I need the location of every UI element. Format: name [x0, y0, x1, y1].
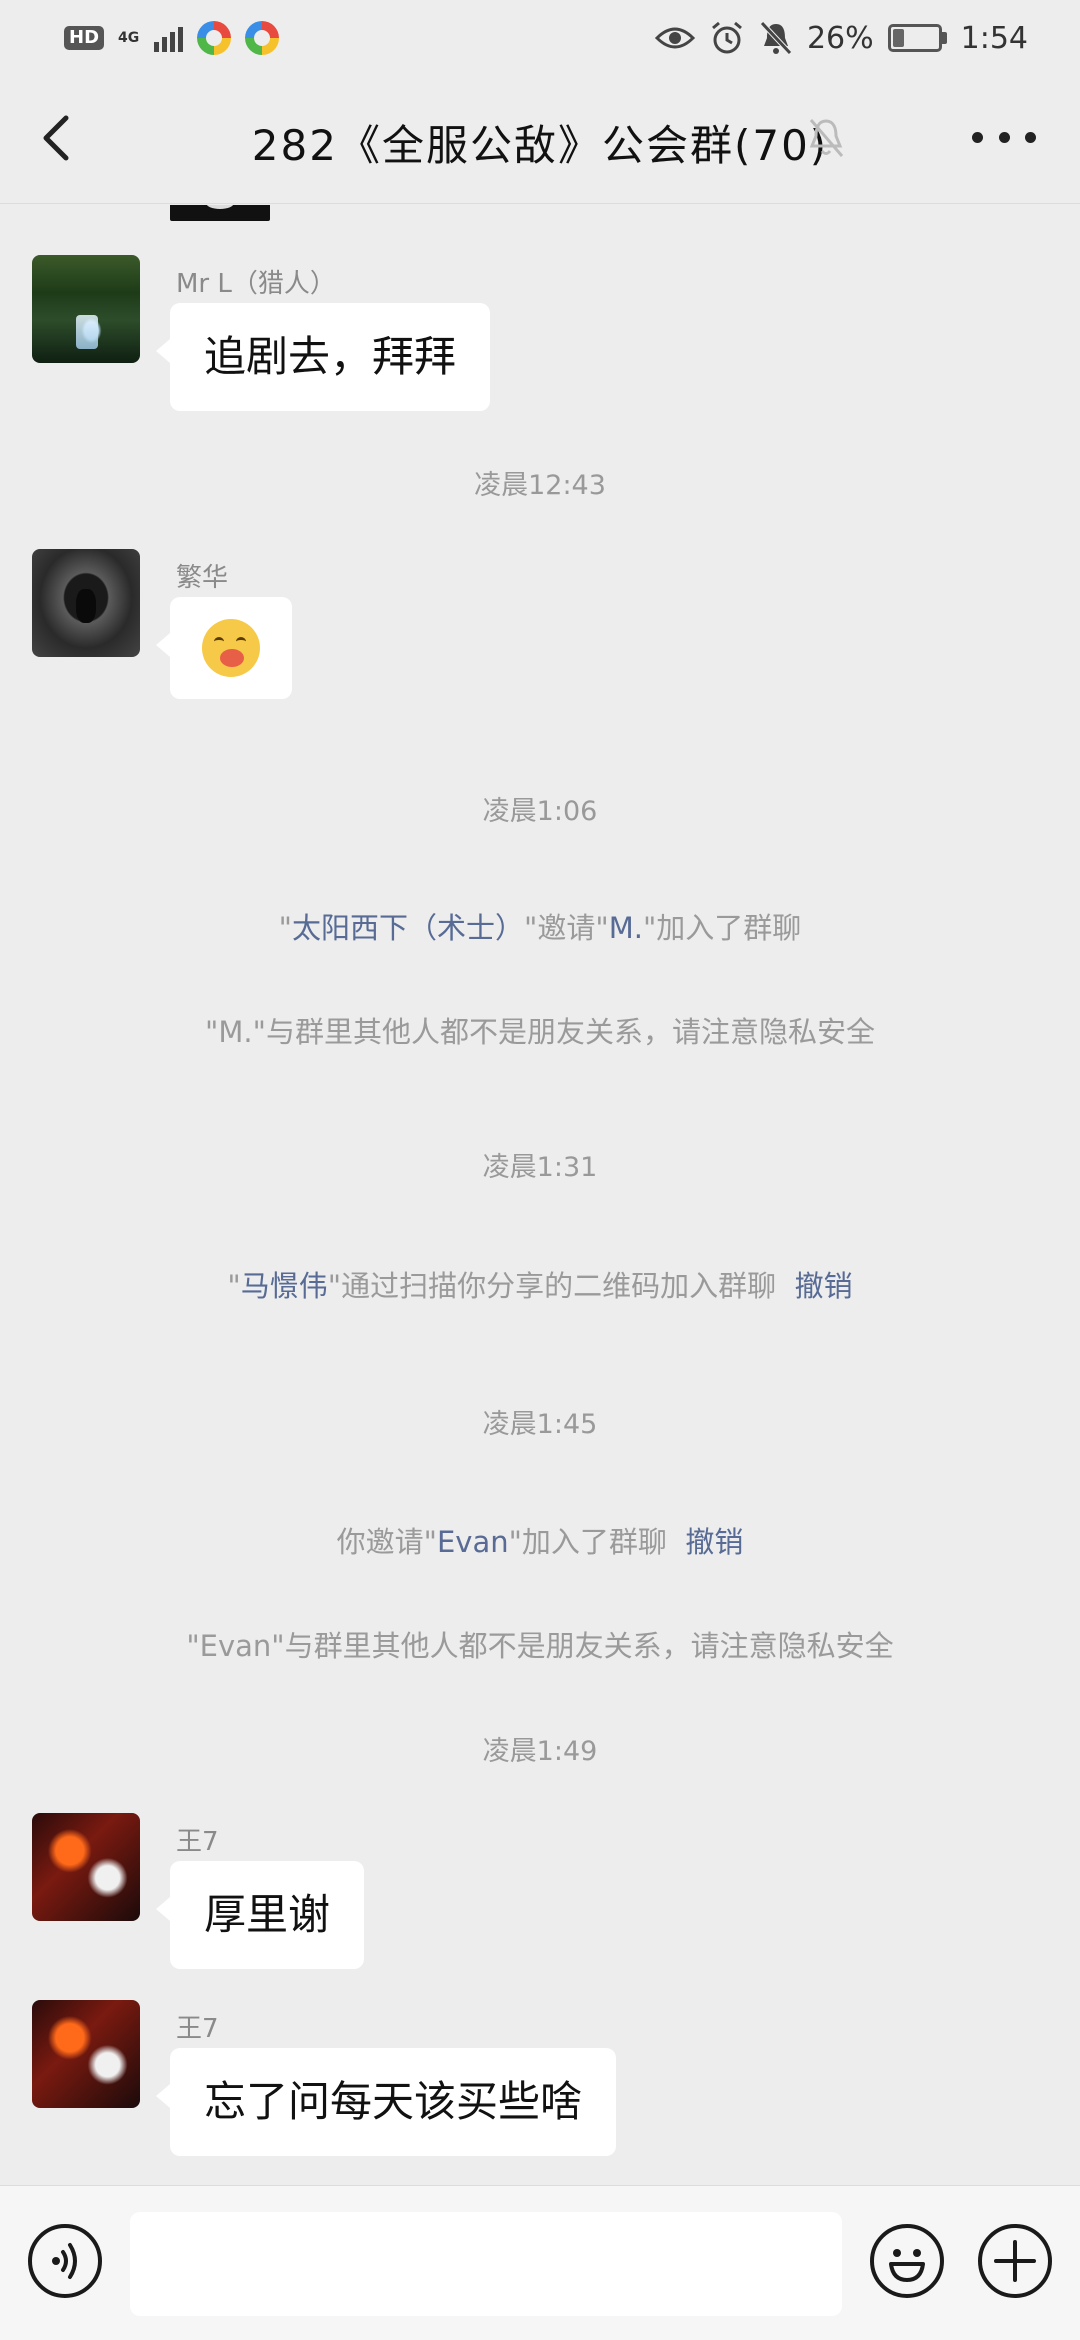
input-bar	[0, 2185, 1080, 2340]
message-item: Mr L（猎人） 追剧去，拜拜	[32, 255, 1032, 425]
member-link[interactable]: 马憬伟	[241, 1269, 328, 1303]
system-message: "太阳西下（术士）"邀请"M."加入了群聊	[278, 911, 802, 945]
chat-header: 282《全服公敌》公会群(70)	[0, 76, 1080, 204]
revoke-link[interactable]: 撤销	[685, 1525, 743, 1559]
timestamp: 凌晨12:43	[474, 470, 606, 501]
timestamp: 凌晨1:06	[482, 796, 598, 827]
system-message: "马憬伟"通过扫描你分享的二维码加入群聊 撤销	[227, 1269, 853, 1303]
notifications-off-icon	[760, 21, 792, 55]
partial-image-message[interactable]	[170, 205, 270, 221]
app-notification-icon	[197, 21, 232, 55]
sender-name: 王7	[176, 1827, 219, 1857]
status-bar: HD 4G 26% 1:54	[0, 0, 1080, 76]
more-button[interactable]	[972, 132, 1036, 148]
network-label: 4G	[118, 30, 140, 46]
plus-icon	[994, 2240, 1036, 2282]
chat-screen: HD 4G 26% 1:54 282《全服公敌》公会群(70) Mr L（猎人）…	[0, 0, 1080, 2340]
message-item: 繁华	[32, 549, 1032, 719]
timestamp: 凌晨1:31	[482, 1152, 598, 1183]
message-item: 王7 忘了问每天该买些啥	[32, 2000, 1032, 2170]
hd-badge: HD	[64, 26, 105, 50]
revoke-link[interactable]: 撤销	[795, 1269, 853, 1303]
alarm-icon	[711, 21, 742, 54]
member-link[interactable]: 太阳西下（术士）	[292, 911, 524, 945]
system-message: 你邀请"Evan"加入了群聊 撤销	[336, 1525, 744, 1559]
avatar[interactable]	[32, 255, 140, 363]
privacy-notice: "M."与群里其他人都不是朋友关系，请注意隐私安全	[205, 1015, 875, 1049]
clock: 1:54	[960, 20, 1028, 56]
avatar[interactable]	[32, 2000, 140, 2108]
message-item: 王7 厚里谢	[32, 1813, 1032, 1983]
timestamp: 凌晨1:45	[482, 1409, 598, 1440]
voice-icon	[52, 2243, 77, 2279]
message-list[interactable]: Mr L（猎人） 追剧去，拜拜 凌晨12:43 繁华 凌晨1:06 "太阳西下（…	[0, 205, 1080, 2185]
emoji-icon	[889, 2249, 925, 2282]
member-link[interactable]: M.	[609, 911, 643, 945]
message-bubble[interactable]: 厚里谢	[155, 1861, 365, 1969]
emoji-button[interactable]	[870, 2224, 944, 2298]
message-bubble[interactable]: 追剧去，拜拜	[155, 303, 491, 411]
chat-title: 282《全服公敌》公会群(70)	[251, 121, 829, 170]
voice-button[interactable]	[28, 2224, 102, 2298]
status-left: HD 4G	[64, 21, 280, 55]
sender-name: 繁华	[176, 563, 229, 593]
member-link[interactable]: Evan	[437, 1525, 509, 1559]
avatar[interactable]	[32, 1813, 140, 1921]
more-icon	[972, 132, 983, 143]
signal-icon	[154, 24, 184, 52]
status-right: 26% 1:54	[654, 20, 1028, 56]
sender-name: 王7	[176, 2014, 219, 2044]
message-bubble[interactable]: 忘了问每天该买些啥	[155, 2048, 617, 2156]
battery-icon	[887, 24, 947, 52]
eye-icon	[654, 27, 695, 49]
blushing-face-emoji	[202, 619, 260, 677]
mute-bell-icon	[809, 119, 844, 157]
sender-name: Mr L（猎人）	[176, 269, 336, 299]
privacy-notice: "Evan"与群里其他人都不是朋友关系，请注意隐私安全	[186, 1629, 894, 1663]
timestamp: 凌晨1:49	[482, 1736, 598, 1767]
plus-button[interactable]	[978, 2224, 1052, 2298]
avatar[interactable]	[32, 549, 140, 657]
message-bubble[interactable]	[156, 597, 292, 699]
message-input[interactable]	[130, 2212, 842, 2316]
battery-percent: 26%	[806, 20, 874, 56]
app-notification-icon	[245, 21, 280, 55]
